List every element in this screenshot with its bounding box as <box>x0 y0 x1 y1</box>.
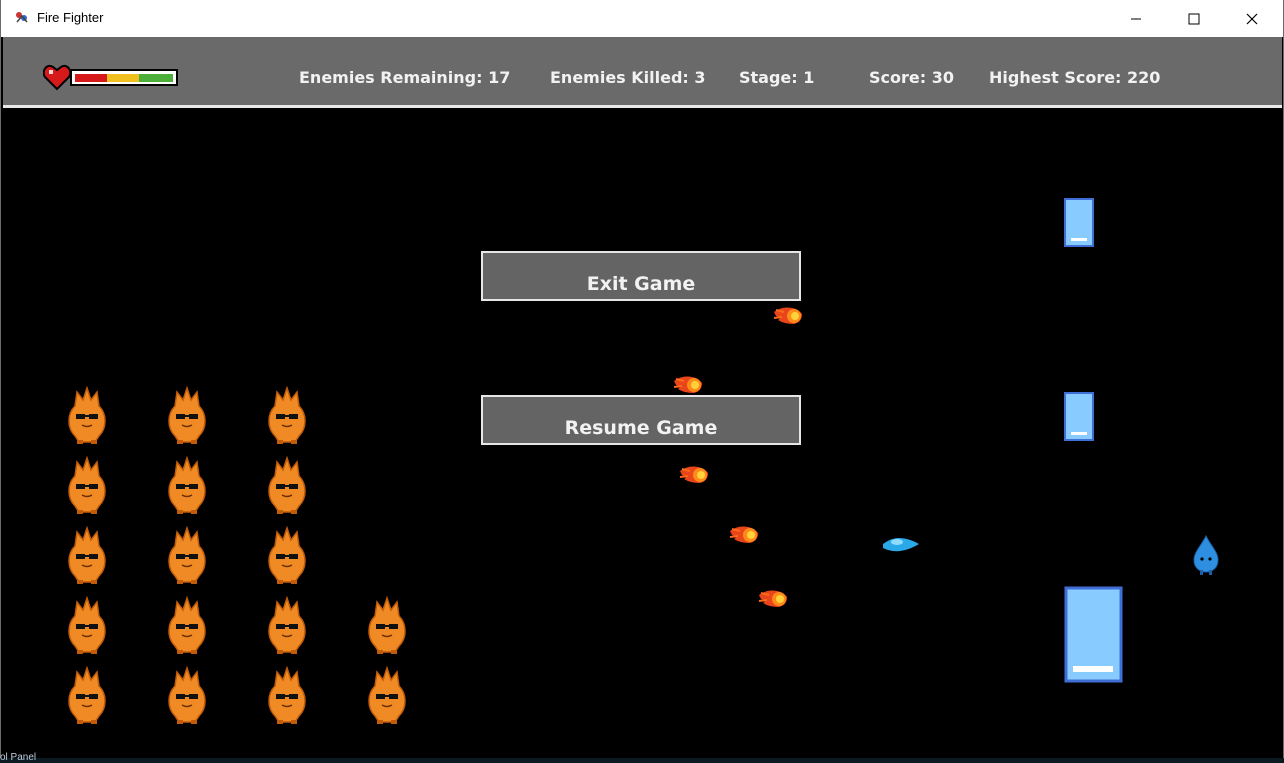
desktop-background <box>0 758 1284 762</box>
close-button[interactable] <box>1223 0 1281 37</box>
close-icon <box>1246 13 1258 24</box>
fire-enemy <box>268 527 306 585</box>
exit-game-button[interactable]: Exit Game <box>481 251 801 301</box>
fireball <box>679 465 709 484</box>
maximize-button[interactable] <box>1165 0 1223 37</box>
fire-enemy <box>368 667 406 725</box>
fire-enemy <box>168 457 206 515</box>
fire-enemy <box>168 527 206 585</box>
fireball <box>729 525 759 544</box>
fire-enemy <box>268 387 306 445</box>
water-drop-player <box>1193 534 1219 575</box>
window-title: Fire Fighter <box>37 10 104 25</box>
fireball <box>758 589 788 608</box>
fire-enemy <box>268 667 306 725</box>
game-window: Fire Fighter Enemies Remaining: 17 Enemi… <box>0 0 1284 762</box>
fire-enemy <box>68 667 106 725</box>
water-shot <box>883 538 919 552</box>
minimize-icon <box>1131 18 1141 19</box>
ice-barrier <box>1064 198 1094 247</box>
ice-barrier <box>1064 586 1123 683</box>
score-label: Score: 30 <box>869 68 954 87</box>
fire-enemy <box>368 597 406 655</box>
background-window-label: ol Panel <box>0 752 37 763</box>
highest-score-label: Highest Score: 220 <box>989 68 1161 87</box>
minimize-button[interactable] <box>1107 0 1165 37</box>
resume-game-button[interactable]: Resume Game <box>481 395 801 445</box>
hud-bar: Enemies Remaining: 17 Enemies Killed: 3 … <box>3 37 1282 108</box>
game-stage: Exit Game Resume Game <box>3 108 1282 758</box>
fire-enemy <box>168 387 206 445</box>
heart-icon <box>43 65 72 91</box>
fire-enemy <box>68 597 106 655</box>
fire-enemy <box>68 457 106 515</box>
fire-enemy <box>68 387 106 445</box>
enemies-killed: Enemies Killed: 3 <box>550 68 706 87</box>
ice-barrier <box>1064 392 1094 441</box>
title-bar: Fire Fighter <box>1 0 1283 37</box>
fire-enemy <box>168 597 206 655</box>
fire-enemy <box>268 597 306 655</box>
fire-enemy <box>168 667 206 725</box>
fireball <box>773 306 803 325</box>
enemies-remaining: Enemies Remaining: 17 <box>299 68 511 87</box>
maximize-icon <box>1188 13 1200 24</box>
fire-enemy <box>268 457 306 515</box>
fire-enemy <box>68 527 106 585</box>
stage-label: Stage: 1 <box>739 68 815 87</box>
app-icon <box>16 12 28 23</box>
fireball <box>673 375 703 394</box>
health-bar <box>43 65 178 91</box>
